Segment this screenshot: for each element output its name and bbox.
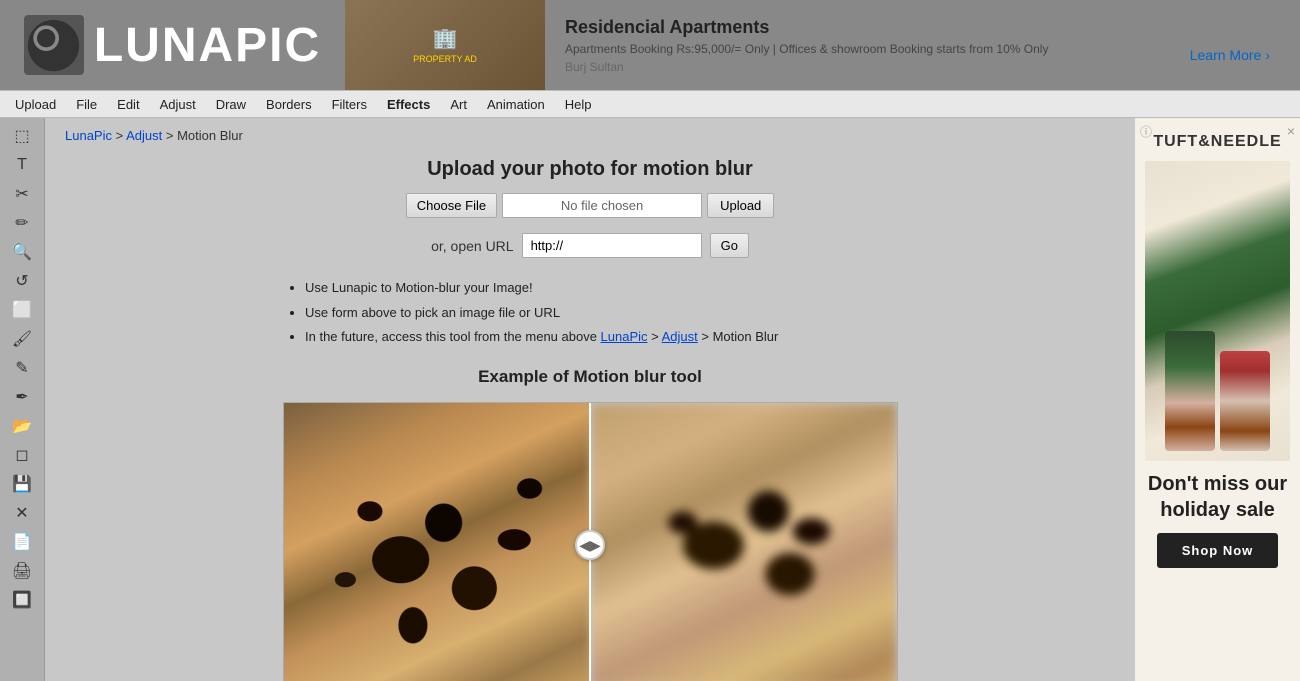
nav-borders[interactable]: Borders xyxy=(256,93,322,116)
breadcrumb-adjust[interactable]: Adjust xyxy=(126,128,162,143)
instruction-1: Use Lunapic to Motion-blur your Image! xyxy=(305,278,900,298)
example-image: ◀▶ xyxy=(283,402,898,681)
selection-tool[interactable]: ⬚ xyxy=(7,123,37,149)
url-label: or, open URL xyxy=(431,238,514,254)
ad-wrapper: ⓘ × 🏢 PROPERTY AD Residencial Apartments… xyxy=(345,0,1300,90)
ad-banner-image: 🏢 PROPERTY AD xyxy=(345,0,545,90)
logo-svg xyxy=(26,18,81,73)
instructions: Use Lunapic to Motion-blur your Image! U… xyxy=(280,278,900,347)
ad-info-button[interactable]: ⓘ xyxy=(1140,123,1152,140)
nav-art[interactable]: Art xyxy=(440,93,477,116)
ad-learn-more-link[interactable]: Learn More › xyxy=(1190,47,1270,63)
tuft-product-image xyxy=(1145,161,1290,461)
ad-banner-text: PROPERTY AD xyxy=(413,54,477,64)
divider-arrows-icon: ◀▶ xyxy=(579,537,601,554)
instruction-adjust-link[interactable]: Adjust xyxy=(662,329,698,344)
crop-tool[interactable]: ⬜ xyxy=(7,297,37,323)
logo[interactable]: LUNAPIC xyxy=(24,15,321,75)
ad-title: Residencial Apartments xyxy=(565,17,1170,38)
upload-section: Upload your photo for motion blur Choose… xyxy=(65,158,1115,258)
person-right xyxy=(1220,351,1270,451)
upload-button[interactable]: Upload xyxy=(707,193,774,218)
text-tool[interactable]: T xyxy=(7,152,37,178)
tuft-logo: TUFT&NEEDLE xyxy=(1153,133,1281,151)
ad-building-icon: 🏢 xyxy=(433,26,458,51)
logo-icon xyxy=(24,15,84,75)
instruction-lunapic-link[interactable]: LunaPic xyxy=(601,329,648,344)
breadcrumb: LunaPic > Adjust > Motion Blur xyxy=(65,128,1115,143)
right-sidebar: × ⓘ TUFT&NEEDLE Don't miss our holiday s… xyxy=(1135,118,1300,681)
upload-form: Choose File No file chosen Upload xyxy=(65,193,1115,218)
navbar: Upload File Edit Adjust Draw Borders Fil… xyxy=(0,90,1300,118)
pencil-tool[interactable]: ✒ xyxy=(7,384,37,410)
main-layout: ⬚ T ✂ ✏ 🔍 ↺ ⬜ 🖌 ✎ ✒ 📂 ◻ 💾 ✕ 📄 🖨 🔲 LunaPi… xyxy=(0,118,1300,681)
close-tool[interactable]: ✕ xyxy=(7,500,37,526)
tuft-image-bg xyxy=(1145,161,1290,461)
nav-adjust[interactable]: Adjust xyxy=(150,93,206,116)
stamp-tool[interactable]: 🔲 xyxy=(7,587,37,613)
logo-text-label: LUNAPIC xyxy=(94,18,321,73)
ad-chevron-icon: › xyxy=(1265,47,1270,63)
ad-learn-more-text: Learn More xyxy=(1190,47,1262,63)
nav-animation[interactable]: Animation xyxy=(477,93,555,116)
document-tool[interactable]: 📄 xyxy=(7,529,37,555)
nav-edit[interactable]: Edit xyxy=(107,93,149,116)
nav-filters[interactable]: Filters xyxy=(322,93,377,116)
url-form: or, open URL Go xyxy=(65,233,1115,258)
ad-info-icon[interactable]: ⓘ xyxy=(1263,5,1274,21)
divider-handle[interactable]: ◀▶ xyxy=(575,530,605,560)
example-title: Example of Motion blur tool xyxy=(65,367,1115,387)
rotate-tool[interactable]: ↺ xyxy=(7,268,37,294)
breadcrumb-current: Motion Blur xyxy=(177,128,243,143)
nav-effects[interactable]: Effects xyxy=(377,93,440,116)
nav-help[interactable]: Help xyxy=(555,93,602,116)
brush-tool[interactable]: ✏ xyxy=(7,210,37,236)
url-go-button[interactable]: Go xyxy=(710,233,749,258)
url-input[interactable] xyxy=(522,233,702,258)
content-area: LunaPic > Adjust > Motion Blur Upload yo… xyxy=(45,118,1135,681)
ad-close-icon[interactable]: × xyxy=(1284,5,1292,21)
instruction-2: Use form above to pick an image file or … xyxy=(305,303,900,323)
eraser-tool[interactable]: ◻ xyxy=(7,442,37,468)
print-tool[interactable]: 🖨 xyxy=(7,558,37,584)
upload-title: Upload your photo for motion blur xyxy=(65,158,1115,181)
ad-banner-image-inner: 🏢 PROPERTY AD xyxy=(345,0,545,90)
toolbar: ⬚ T ✂ ✏ 🔍 ↺ ⬜ 🖌 ✎ ✒ 📂 ◻ 💾 ✕ 📄 🖨 🔲 xyxy=(0,118,45,681)
ad-banner-content: Residencial Apartments Apartments Bookin… xyxy=(545,0,1190,90)
breadcrumb-lunapic[interactable]: LunaPic xyxy=(65,128,112,143)
save-tool[interactable]: 💾 xyxy=(7,471,37,497)
header: LUNAPIC ⓘ × 🏢 PROPERTY AD Residencial Ap… xyxy=(0,0,1300,90)
instruction-3: In the future, access this tool from the… xyxy=(305,327,900,347)
breadcrumb-separator1: > xyxy=(116,128,124,143)
example-container: ◀▶ xyxy=(284,403,897,681)
paint-tool[interactable]: 🖌 xyxy=(7,326,37,352)
example-left-panel xyxy=(284,403,591,681)
choose-file-button[interactable]: Choose File xyxy=(406,193,497,218)
nav-upload[interactable]: Upload xyxy=(5,93,66,116)
nav-draw[interactable]: Draw xyxy=(206,93,256,116)
ad-description: Apartments Booking Rs:95,000/= Only | Of… xyxy=(565,42,1170,56)
shop-now-button[interactable]: Shop Now xyxy=(1157,533,1279,568)
person-left xyxy=(1165,331,1215,451)
example-right-panel xyxy=(591,403,897,681)
magnify-tool[interactable]: 🔍 xyxy=(7,239,37,265)
logo-area: LUNAPIC xyxy=(0,0,345,90)
tuft-ad: × ⓘ TUFT&NEEDLE Don't miss our holiday s… xyxy=(1135,118,1300,681)
ad-location: Burj Sultan xyxy=(565,60,1170,74)
tuft-people xyxy=(1165,331,1270,451)
file-name-display: No file chosen xyxy=(502,193,702,218)
folder-tool[interactable]: 📂 xyxy=(7,413,37,439)
eyedropper-tool[interactable]: ✎ xyxy=(7,355,37,381)
breadcrumb-separator2: > xyxy=(166,128,174,143)
nav-file[interactable]: File xyxy=(66,93,107,116)
ad-close-button[interactable]: × xyxy=(1287,123,1295,139)
cut-tool[interactable]: ✂ xyxy=(7,181,37,207)
tuft-sale-text: Don't miss our holiday sale xyxy=(1145,471,1290,523)
